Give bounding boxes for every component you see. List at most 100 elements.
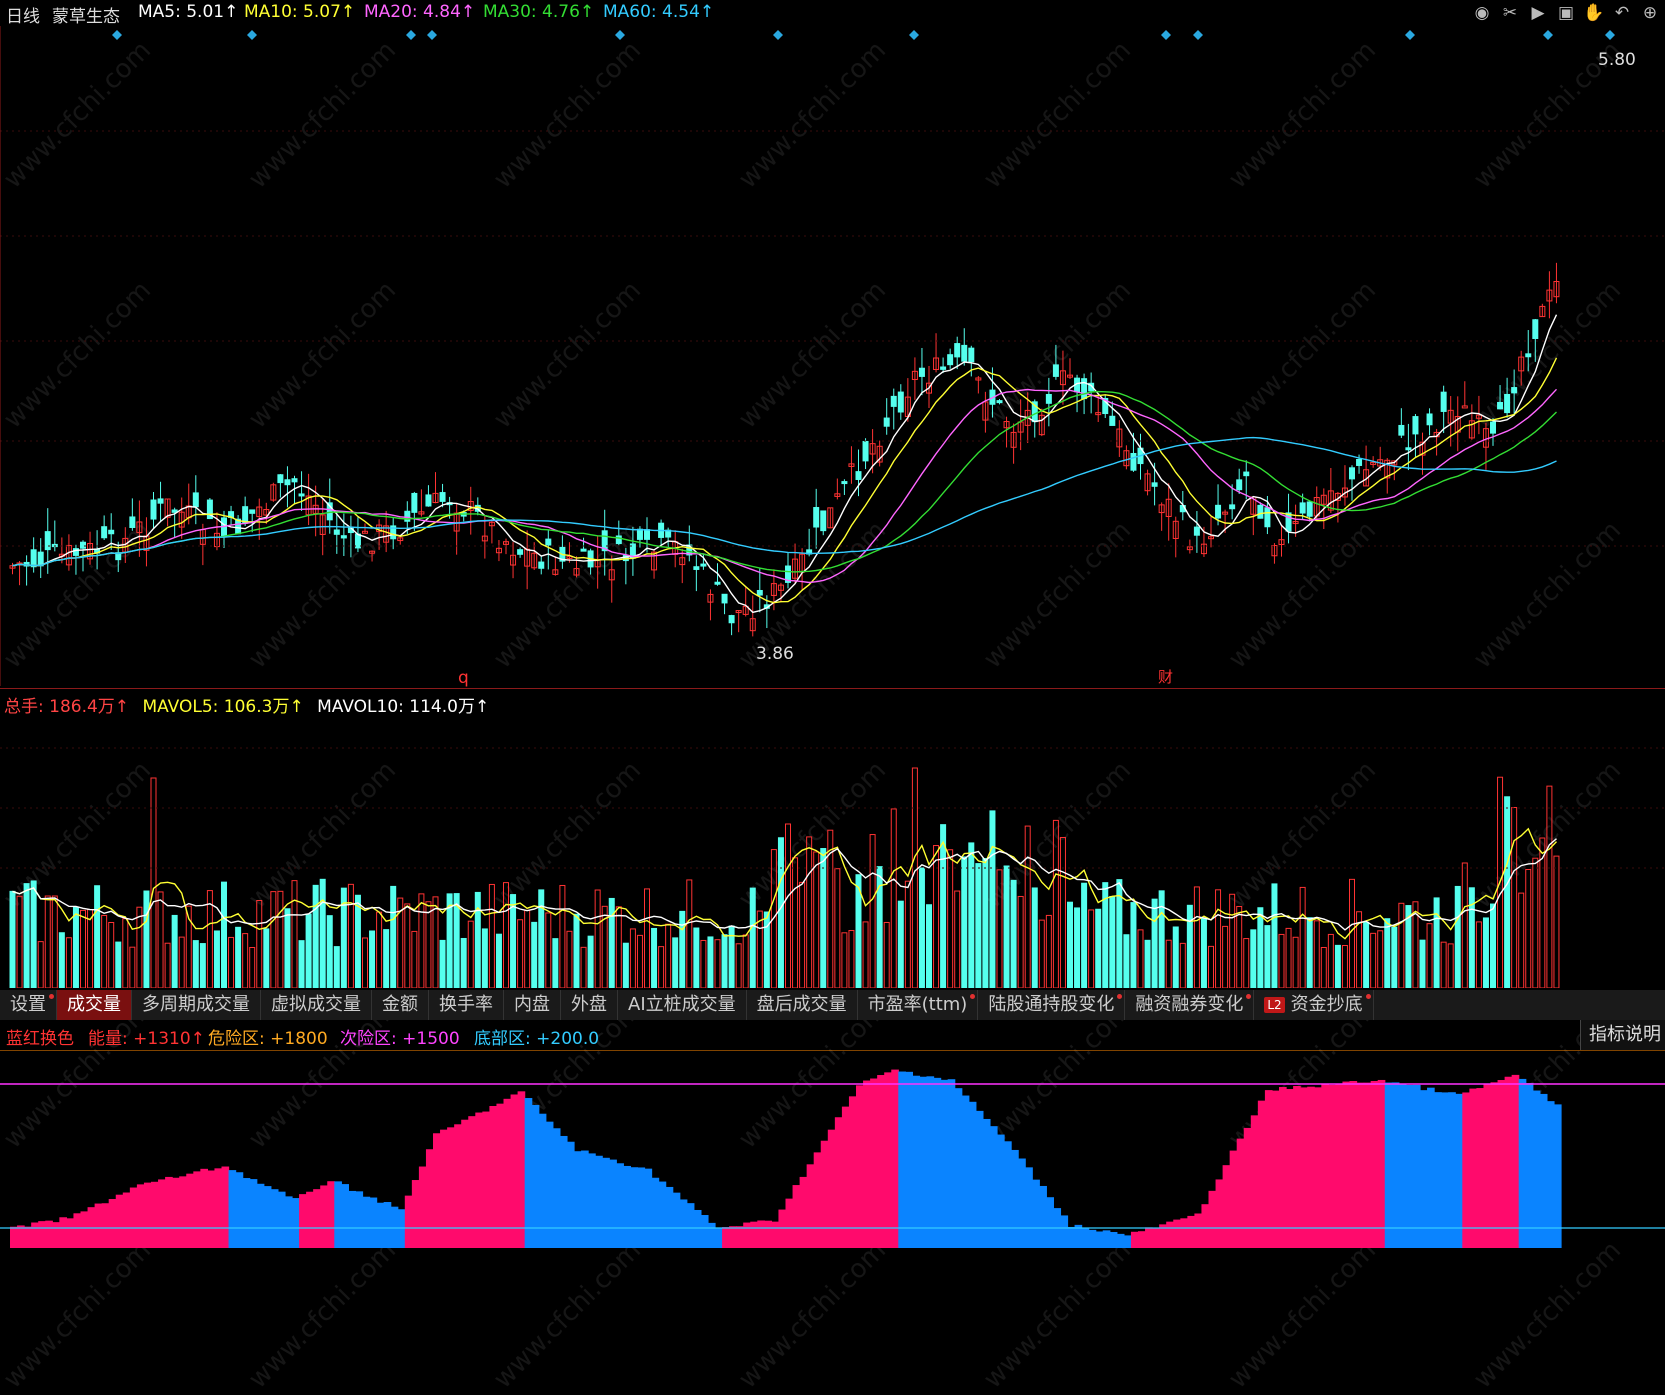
candle-body <box>1236 479 1243 491</box>
tab-label: 多周期成交量 <box>142 994 250 1015</box>
tab-13[interactable]: L2 资金抄底 <box>1254 990 1374 1020</box>
indicator-bar <box>715 1227 723 1248</box>
indicator-bar <box>679 1199 688 1248</box>
price-chart[interactable] <box>0 26 1665 686</box>
candle-body <box>1440 391 1447 412</box>
indicator-bar <box>355 1191 364 1248</box>
indicator-bar <box>954 1088 963 1248</box>
tab-6[interactable]: 内盘 <box>504 990 561 1020</box>
candle-body <box>918 367 925 377</box>
indicator-bar <box>256 1183 265 1248</box>
indicator-bar <box>1427 1087 1435 1248</box>
indicator-bar <box>151 1181 159 1248</box>
indicator-bar <box>270 1189 279 1248</box>
tab-11[interactable]: 陆股通持股变化 <box>978 990 1126 1020</box>
volume-bar <box>982 858 989 988</box>
event-marker-q[interactable]: q <box>458 668 469 688</box>
event-marker-cai[interactable]: 财 <box>1158 666 1173 687</box>
indicator-bar <box>848 1096 857 1248</box>
indicator-explain-button[interactable]: 指标说明 <box>1580 1020 1665 1050</box>
tab-2[interactable]: 多周期成交量 <box>132 990 261 1020</box>
volume-bar <box>1109 895 1116 988</box>
tab-9[interactable]: 盘后成交量 <box>747 990 858 1020</box>
candle-body <box>1264 507 1271 528</box>
tab-5[interactable]: 换手率 <box>429 990 504 1020</box>
volume-bar <box>312 884 319 988</box>
volume-bar <box>869 834 876 988</box>
indicator-bar <box>158 1179 166 1248</box>
indicator-bar <box>341 1184 349 1248</box>
eye-icon[interactable]: ◉ <box>1471 2 1493 24</box>
volume-bar <box>319 878 326 988</box>
volume-bar <box>989 810 996 988</box>
volume-bar <box>1010 879 1017 988</box>
volume-bar <box>425 901 432 988</box>
indicator-bar <box>1032 1179 1040 1248</box>
indicator-bar <box>806 1164 815 1248</box>
tab-3[interactable]: 虚拟成交量 <box>261 990 372 1020</box>
volume-bar <box>354 894 361 988</box>
tab-1[interactable]: 成交量 <box>57 990 132 1020</box>
indicator-bar <box>334 1181 342 1248</box>
period-label[interactable]: 日线 <box>6 2 40 27</box>
volume-bar <box>594 889 601 988</box>
volume-bar <box>566 930 573 988</box>
volume-bar <box>911 767 918 988</box>
volume-bar <box>1553 855 1560 988</box>
volume-bar <box>1278 933 1285 988</box>
chart-toolbar: ◉ ✂ ▶ ▣ ✋ ↶ ⊕ <box>1471 2 1661 24</box>
volume-bar <box>1320 946 1327 988</box>
tab-0[interactable]: 设置 <box>0 990 57 1020</box>
tab-label: 设置 <box>10 994 46 1015</box>
candle-body <box>636 528 643 540</box>
candle-body <box>1130 452 1137 471</box>
tab-7[interactable]: 外盘 <box>561 990 618 1020</box>
volume-bar <box>221 881 227 988</box>
volume-bar <box>580 946 587 988</box>
indicator-bar <box>1173 1219 1181 1248</box>
volume-bar <box>1193 886 1200 988</box>
tab-10[interactable]: 市盈率(ttm) <box>858 990 979 1020</box>
lock-icon[interactable]: ▣ <box>1555 2 1577 24</box>
candle-body <box>192 492 199 508</box>
event-diamond <box>615 30 625 40</box>
volume-bar <box>1123 934 1130 988</box>
volume-bar <box>37 941 44 988</box>
scissors-icon[interactable]: ✂ <box>1499 2 1521 24</box>
indicator-bar <box>524 1098 533 1248</box>
hand-icon[interactable]: ✋ <box>1583 2 1605 24</box>
indicator-chart[interactable] <box>0 1050 1665 1248</box>
l2-badge: L2 <box>1264 997 1285 1013</box>
notification-dot <box>1365 994 1371 999</box>
volume-bar <box>94 885 101 988</box>
indicator-bar <box>235 1172 244 1248</box>
indicator-bar <box>1314 1087 1322 1248</box>
volume-bar <box>1482 917 1489 988</box>
indicator-bar <box>1130 1231 1139 1248</box>
tab-8[interactable]: AI立桩成交量 <box>618 990 747 1020</box>
candle-body <box>108 529 115 535</box>
indicator-bar <box>1462 1092 1470 1248</box>
candle-body <box>404 510 411 522</box>
candle-body <box>1532 319 1539 339</box>
indicator-bar <box>31 1222 39 1248</box>
candle-body <box>1398 424 1405 436</box>
candle-body <box>1109 415 1116 426</box>
indicator-bar <box>595 1155 603 1248</box>
indicator-bar <box>1300 1087 1308 1248</box>
indicator-name: 蓝红换色 <box>6 1029 74 1049</box>
candle-body <box>101 526 108 539</box>
tab-12[interactable]: 融资融券变化 <box>1125 990 1255 1020</box>
indicator-bar <box>45 1220 53 1248</box>
zoom-in-icon[interactable]: ⊕ <box>1639 2 1661 24</box>
candle-body <box>615 535 622 545</box>
indicator-bar <box>1532 1090 1541 1248</box>
indicator-bar <box>59 1217 67 1248</box>
play-icon[interactable]: ▶ <box>1527 2 1549 24</box>
tab-4[interactable]: 金额 <box>372 990 429 1020</box>
volume-bar <box>820 848 827 988</box>
volume-bar <box>411 930 418 988</box>
volume-chart[interactable] <box>0 718 1665 988</box>
undo-icon[interactable]: ↶ <box>1611 2 1633 24</box>
indicator-bar <box>1004 1141 1012 1248</box>
